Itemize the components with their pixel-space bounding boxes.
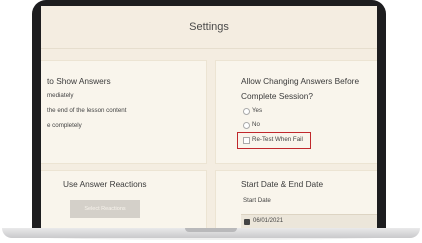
- app-screen: Settings to Show Answers mediately the e…: [41, 6, 377, 228]
- show-answers-option[interactable]: mediately: [47, 92, 73, 99]
- show-answers-heading: to Show Answers: [47, 76, 111, 86]
- start-date-label: Start Date: [243, 197, 271, 204]
- retest-label: Re-Test When Fail: [252, 136, 303, 143]
- show-answers-option[interactable]: e completely: [47, 122, 82, 129]
- dates-heading: Start Date & End Date: [241, 179, 324, 189]
- start-date-input[interactable]: 06/01/2021: [241, 214, 377, 228]
- calendar-icon: [244, 219, 250, 225]
- yes-radio[interactable]: [243, 108, 250, 115]
- laptop-notch: [185, 228, 237, 232]
- allow-changing-heading-line2: Complete Session?: [241, 91, 313, 101]
- allow-changing-heading-line1: Allow Changing Answers Before: [241, 76, 360, 86]
- show-answers-option[interactable]: the end of the lesson content: [47, 107, 126, 114]
- no-radio[interactable]: [243, 122, 250, 129]
- no-label: No: [252, 121, 260, 128]
- yes-label: Yes: [252, 107, 263, 114]
- page-title: Settings: [41, 6, 377, 49]
- select-reactions-button[interactable]: Select Reactions: [70, 200, 140, 218]
- start-date-value: 06/01/2021: [253, 218, 284, 224]
- reactions-heading: Use Answer Reactions: [63, 179, 147, 189]
- retest-checkbox[interactable]: [243, 137, 250, 144]
